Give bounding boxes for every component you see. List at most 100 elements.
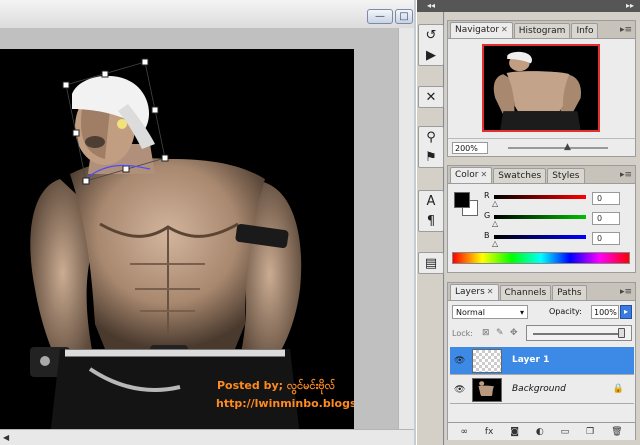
tab-histogram[interactable]: Histogram (513, 23, 571, 38)
image-canvas[interactable]: Posted by; လွင်မင်းဗိုလ် http://lwinminb… (0, 49, 354, 436)
panel-dock: ▸▸ Navigator✕ Histogram Info ▸≡ 200% ▲ (445, 0, 640, 445)
opacity-slider-track[interactable] (533, 333, 623, 335)
navigator-tabrow: Navigator ✕ Histogram Info ▸≡ (448, 21, 635, 39)
layer-name: Background (512, 384, 566, 394)
layer-comps-icon[interactable]: ▤ (419, 253, 443, 273)
tool-group-history: ↺ ▶ (418, 24, 444, 66)
red-value-field[interactable]: 0 (592, 192, 620, 205)
paragraph-icon[interactable]: ¶ (419, 211, 443, 231)
navigator-zoom-row: 200% ▲ (448, 138, 635, 156)
opacity-slider-knob[interactable] (618, 328, 625, 338)
slider-triangle-icon[interactable]: △ (492, 199, 498, 208)
adjustment-layer-icon[interactable]: ◐ (536, 427, 544, 437)
clone-source-icon[interactable]: ⚑ (419, 147, 443, 167)
panels-collapse-button[interactable]: ▸▸ (445, 0, 640, 12)
layer-row-background[interactable]: 👁 Background 🔒 (450, 376, 634, 404)
layers-footer: ∞ fx ◙ ◐ ▭ ❐ 🗑 (448, 422, 635, 440)
delete-layer-icon[interactable]: 🗑 (611, 427, 622, 437)
lock-label: Lock: (452, 329, 473, 338)
document-titlebar: — □ (0, 0, 414, 28)
lock-pixels-icon[interactable]: ✎ (496, 328, 504, 338)
layer-style-icon[interactable]: fx (485, 427, 494, 437)
tab-color[interactable]: Color ✕ (450, 167, 493, 183)
minimize-button[interactable]: — (367, 9, 393, 24)
watermark-posted-by: Posted by; လွင်မင်းဗိုလ် (217, 379, 336, 392)
color-panel: Color ✕ Swatches Styles ▸≡ R △ 0 G △ 0 B … (447, 165, 636, 273)
lock-icon: 🔒 (612, 384, 624, 394)
navigator-thumbnail[interactable] (482, 44, 600, 132)
color-tabrow: Color ✕ Swatches Styles ▸≡ (448, 166, 635, 184)
layer1-thumbnail (472, 349, 502, 373)
slider-triangle-icon[interactable]: △ (492, 219, 498, 228)
blend-mode-value: Normal (456, 308, 485, 317)
panel-menu-icon[interactable]: ▸≡ (620, 25, 632, 35)
layers-tabrow: Layers ✕ Channels Paths ▸≡ (448, 283, 635, 301)
visibility-eye-icon[interactable]: 👁 (454, 385, 465, 395)
green-channel-row: G △ 0 (484, 211, 634, 231)
tab-paths[interactable]: Paths (552, 285, 587, 300)
lock-transparency-icon[interactable]: ⊠ (482, 328, 490, 338)
tab-channels[interactable]: Channels (499, 285, 552, 300)
background-thumbnail-image (478, 381, 494, 397)
panel-menu-icon[interactable]: ▸≡ (620, 170, 632, 180)
palette-dock-strip: ◂◂ ↺ ▶ ✕ ⚲ ⚑ A ¶ ▤ (416, 0, 445, 445)
watermark-url: http://lwinminbo.blogspot.com/ (216, 397, 354, 410)
tab-swatches[interactable]: Swatches (493, 168, 547, 183)
opacity-slider-toggle-icon[interactable]: ▸ (620, 305, 632, 319)
maximize-button[interactable]: □ (395, 9, 413, 24)
layer-mask-icon[interactable]: ◙ (510, 427, 519, 437)
background-thumbnail (472, 378, 502, 402)
blue-value-field[interactable]: 0 (592, 232, 620, 245)
actions-play-icon[interactable]: ▶ (419, 45, 443, 65)
zoom-slider-thumb-icon[interactable]: ▲ (564, 142, 571, 152)
tool-group-type: A ¶ (418, 190, 444, 232)
new-group-icon[interactable]: ▭ (561, 427, 570, 437)
link-layers-icon[interactable]: ∞ (460, 427, 468, 437)
lock-position-icon[interactable]: ✥ (510, 328, 518, 338)
tool-presets-icon[interactable]: ✕ (419, 87, 443, 107)
foreground-color-swatch[interactable] (454, 192, 470, 208)
blue-channel-row: B △ 0 (484, 231, 634, 251)
green-channel-slider[interactable] (494, 215, 586, 219)
layers-panel: Layers ✕ Channels Paths ▸≡ Normal ▾ Opacit… (447, 282, 636, 440)
green-value-field[interactable]: 0 (592, 212, 620, 225)
layer-row-layer1[interactable]: 👁 Layer 1 (450, 347, 634, 375)
bodybuilder-photo (30, 75, 302, 436)
red-channel-row: R △ 0 (484, 191, 634, 211)
tab-info[interactable]: Info (571, 23, 599, 38)
blue-channel-label: B (484, 231, 490, 240)
visibility-eye-icon[interactable]: 👁 (454, 356, 465, 366)
tab-styles[interactable]: Styles (547, 168, 585, 183)
scroll-left-icon[interactable]: ◀ (3, 433, 9, 442)
character-icon[interactable]: A (419, 191, 443, 211)
tab-layers-label: Layers (455, 287, 485, 297)
green-channel-label: G (484, 211, 491, 220)
tab-layers[interactable]: Layers ✕ (450, 284, 499, 300)
zoom-level-field[interactable]: 200% (452, 141, 488, 154)
blend-row: Normal ▾ Opacity: 100% ▸ (452, 305, 635, 321)
dock-collapse-button[interactable]: ◂◂ (417, 0, 445, 12)
close-tab-icon[interactable]: ✕ (481, 170, 488, 179)
document-window: — □ Posted by; လွင်မင်းဗိုလ် http://lwin… (0, 0, 414, 445)
tab-color-label: Color (455, 170, 479, 180)
close-tab-icon[interactable]: ✕ (487, 287, 494, 296)
opacity-field[interactable]: 100% (591, 305, 619, 319)
blue-channel-slider[interactable] (494, 235, 586, 239)
close-tab-icon[interactable]: ✕ (501, 25, 508, 34)
blend-mode-select[interactable]: Normal ▾ (452, 305, 528, 319)
brushes-icon[interactable]: ⚲ (419, 127, 443, 147)
slider-triangle-icon[interactable]: △ (492, 239, 498, 248)
tab-navigator[interactable]: Navigator ✕ (450, 22, 513, 38)
tab-navigator-label: Navigator (455, 25, 500, 35)
vertical-scrollbar[interactable] (398, 28, 414, 429)
color-spectrum-bar[interactable] (452, 252, 630, 264)
chevron-down-icon: ▾ (519, 308, 524, 317)
red-channel-slider[interactable] (494, 195, 586, 199)
navigator-preview-image (484, 46, 598, 130)
history-brush-icon[interactable]: ↺ (419, 25, 443, 45)
opacity-label: Opacity: (549, 307, 582, 316)
zoom-slider[interactable] (508, 147, 608, 149)
horizontal-scrollbar[interactable]: ◀ (0, 429, 414, 445)
panel-menu-icon[interactable]: ▸≡ (620, 287, 632, 297)
new-layer-icon[interactable]: ❐ (586, 427, 594, 437)
